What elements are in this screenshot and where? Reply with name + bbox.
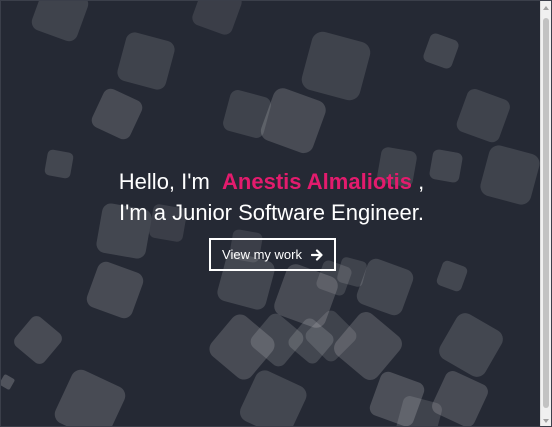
- view-my-work-label: View my work: [222, 247, 302, 262]
- view-my-work-button[interactable]: View my work: [209, 238, 336, 271]
- vertical-scrollbar[interactable]: [540, 1, 551, 426]
- scrollbar-thumb[interactable]: [543, 18, 549, 408]
- greeting-prefix: Hello, I'm: [118, 169, 210, 194]
- scroll-up-icon[interactable]: [543, 6, 549, 10]
- hero-intro: Hello, I'm Anestis Almaliotis , I'm a Ju…: [1, 166, 542, 228]
- greeting-line: Hello, I'm Anestis Almaliotis ,: [1, 166, 542, 197]
- hero-name: Anestis Almaliotis: [222, 169, 412, 194]
- landing-page: Hello, I'm Anestis Almaliotis , I'm a Ju…: [0, 0, 552, 427]
- greeting-suffix: ,: [418, 169, 425, 194]
- arrow-right-icon: [310, 248, 323, 261]
- scroll-down-icon[interactable]: [543, 419, 549, 423]
- role-line: I'm a Junior Software Engineer.: [118, 200, 425, 225]
